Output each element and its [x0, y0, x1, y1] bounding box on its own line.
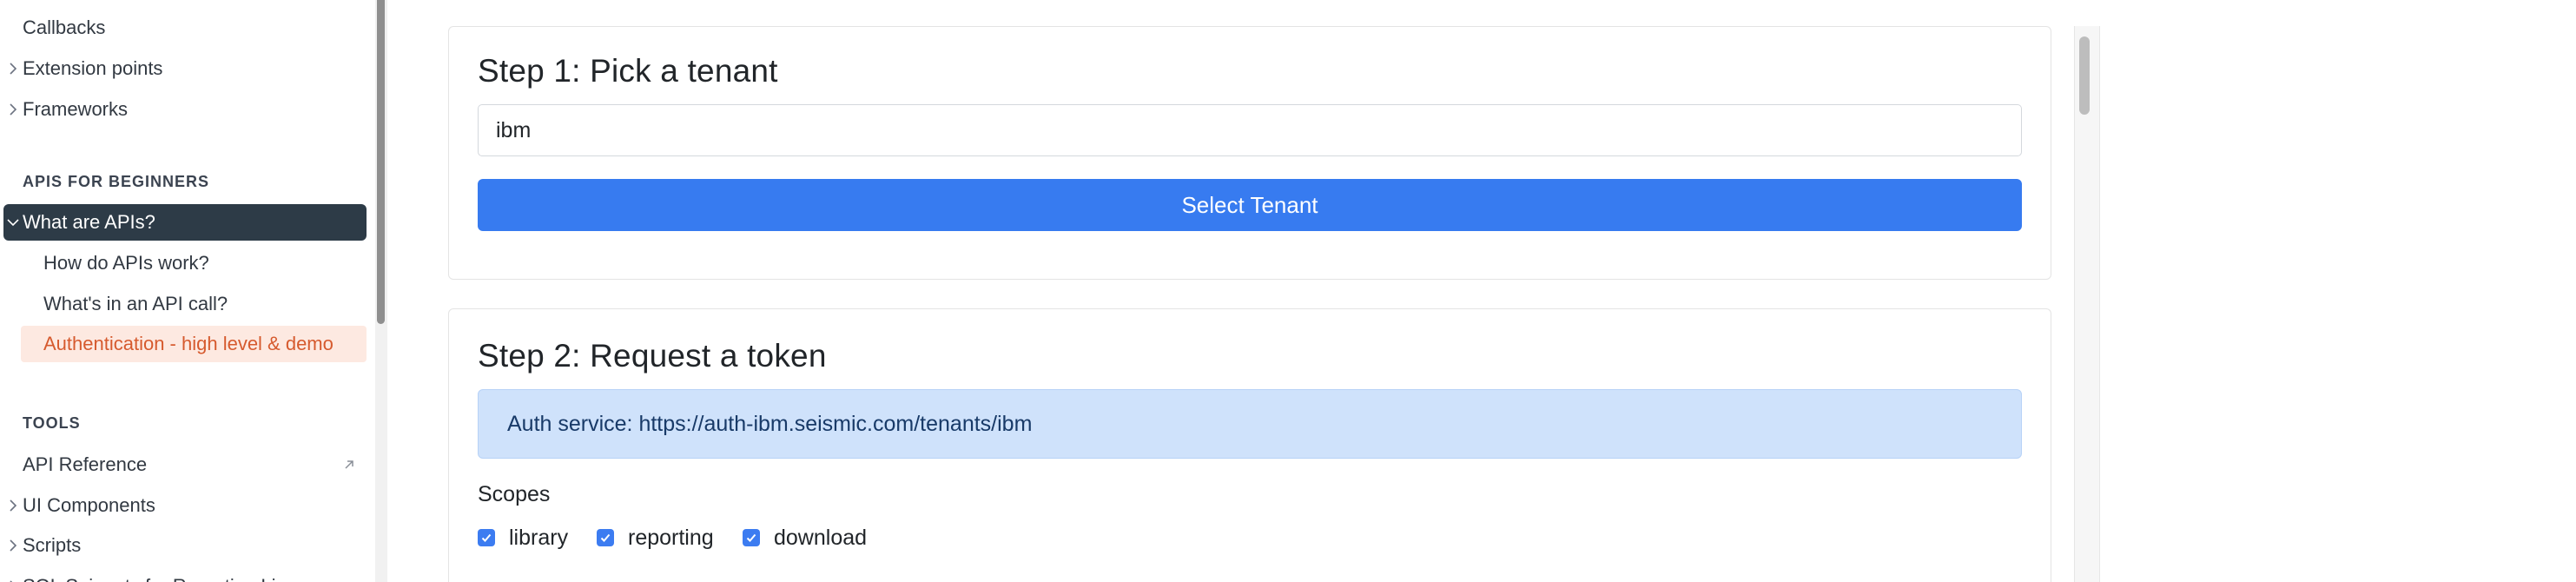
- auth-demo-frame: Step 1: Pick a tenant Select Tenant Step…: [448, 26, 2098, 582]
- sidebar-item-label: What are APIs?: [23, 211, 155, 233]
- sidebar-item-how-do-apis-work[interactable]: How do APIs work?: [0, 246, 367, 281]
- sidebar-item-whats-in-an-api-call[interactable]: What's in an API call?: [0, 287, 367, 321]
- sidebar-item-label: How do APIs work?: [43, 252, 209, 274]
- chevron-right-icon[interactable]: [6, 101, 20, 118]
- scope-library[interactable]: library: [478, 525, 568, 551]
- sidebar-item-label: UI Components: [23, 494, 155, 516]
- sidebar-item-ui-components[interactable]: UI Components: [0, 488, 367, 523]
- sidebar-item-callbacks[interactable]: Callbacks: [0, 10, 367, 45]
- checkbox-checked-icon[interactable]: [597, 529, 614, 546]
- auth-service-alert: Auth service: https://auth-ibm.seismic.c…: [478, 389, 2022, 459]
- sidebar-item-sql-snippets[interactable]: SQL Snippets for Reporting Lin...: [0, 569, 367, 582]
- sidebar-item-label: Scripts: [23, 534, 82, 556]
- chevron-right-icon[interactable]: [6, 537, 20, 554]
- chevron-down-icon[interactable]: [6, 214, 20, 231]
- section-heading-tools: TOOLS: [23, 414, 81, 432]
- checkbox-checked-icon[interactable]: [478, 529, 495, 546]
- sidebar-item-label: Extension points: [23, 57, 163, 79]
- sidebar-item-label: API Reference: [23, 453, 148, 475]
- checkbox-checked-icon[interactable]: [743, 529, 760, 546]
- auth-service-text: Auth service: https://auth-ibm.seismic.c…: [507, 411, 1033, 436]
- sidebar-item-api-reference[interactable]: API Reference: [0, 447, 367, 482]
- section-heading-apis-for-beginners: APIS FOR BEGINNERS: [23, 173, 210, 190]
- step-1-title: Step 1: Pick a tenant: [478, 53, 778, 89]
- sidebar-item-label: What's in an API call?: [43, 293, 228, 314]
- scope-download[interactable]: download: [743, 525, 867, 551]
- frame-scrollbar-thumb[interactable]: [2079, 36, 2090, 115]
- chevron-right-icon[interactable]: [6, 578, 20, 582]
- scope-reporting[interactable]: reporting: [597, 525, 714, 551]
- docs-sidebar: Callbacks Extension points Frameworks AP…: [0, 0, 377, 582]
- tenant-input[interactable]: [478, 104, 2022, 156]
- sidebar-item-scripts[interactable]: Scripts: [0, 528, 367, 563]
- sidebar-scrollbar-thumb[interactable]: [377, 0, 385, 324]
- external-link-icon: [345, 460, 353, 469]
- sidebar-item-frameworks[interactable]: Frameworks: [0, 92, 367, 127]
- chevron-right-icon[interactable]: [6, 497, 20, 514]
- sidebar-item-label: Authentication - high level & demo: [43, 333, 334, 354]
- step-2-card: Step 2: Request a token Auth service: ht…: [448, 308, 2051, 582]
- step-2-title: Step 2: Request a token: [478, 338, 827, 374]
- scopes-label: Scopes: [478, 482, 551, 506]
- select-tenant-button[interactable]: Select Tenant: [478, 179, 2022, 231]
- scope-label: library: [509, 525, 569, 550]
- sidebar-item-extension-points[interactable]: Extension points: [0, 51, 367, 86]
- scope-label: download: [774, 525, 868, 550]
- chevron-right-icon[interactable]: [6, 60, 20, 77]
- sidebar-item-label: Callbacks: [23, 17, 106, 38]
- sidebar-item-label: Frameworks: [23, 98, 129, 120]
- step-1-card: Step 1: Pick a tenant Select Tenant: [448, 26, 2051, 280]
- scope-label: reporting: [628, 525, 714, 550]
- sidebar-item-what-are-apis[interactable]: What are APIs?: [3, 204, 367, 241]
- sidebar-item-authentication[interactable]: Authentication - high level & demo: [21, 326, 367, 362]
- sidebar-item-label: SQL Snippets for Reporting Lin...: [23, 575, 302, 582]
